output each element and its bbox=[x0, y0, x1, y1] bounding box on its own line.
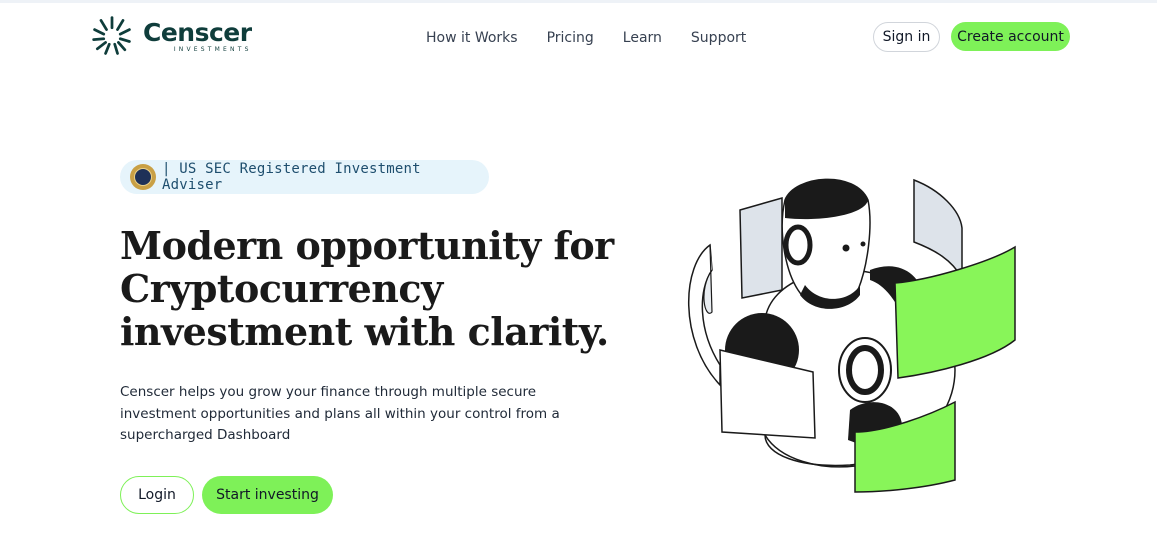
robot-illustration bbox=[688, 178, 1016, 493]
nav-how-it-works[interactable]: How it Works bbox=[426, 29, 518, 47]
sign-in-button[interactable]: Sign in bbox=[873, 22, 940, 52]
nav-learn[interactable]: Learn bbox=[623, 29, 662, 47]
top-border bbox=[0, 0, 1157, 3]
nav-pricing[interactable]: Pricing bbox=[547, 29, 594, 47]
nav-support[interactable]: Support bbox=[691, 29, 746, 47]
login-button[interactable]: Login bbox=[120, 476, 194, 514]
sec-registration-badge: | US SEC Registered Investment Adviser bbox=[120, 160, 489, 194]
brand-name: Censcer bbox=[143, 17, 252, 47]
sec-seal-icon bbox=[130, 164, 156, 190]
main-nav: How it Works Pricing Learn Support bbox=[426, 29, 775, 47]
hero-headline: Modern opportunity for Cryptocurrency in… bbox=[120, 223, 614, 354]
brand-logo[interactable]: Censcer INVESTMENTS bbox=[90, 12, 252, 60]
badge-text: | US SEC Registered Investment Adviser bbox=[161, 161, 421, 193]
hero-description: Censcer helps you grow your finance thro… bbox=[120, 384, 560, 443]
create-account-button[interactable]: Create account bbox=[951, 22, 1070, 51]
brand-subtitle: INVESTMENTS bbox=[173, 45, 252, 53]
sunburst-logo-icon bbox=[92, 16, 131, 55]
start-investing-button[interactable]: Start investing bbox=[202, 476, 333, 514]
